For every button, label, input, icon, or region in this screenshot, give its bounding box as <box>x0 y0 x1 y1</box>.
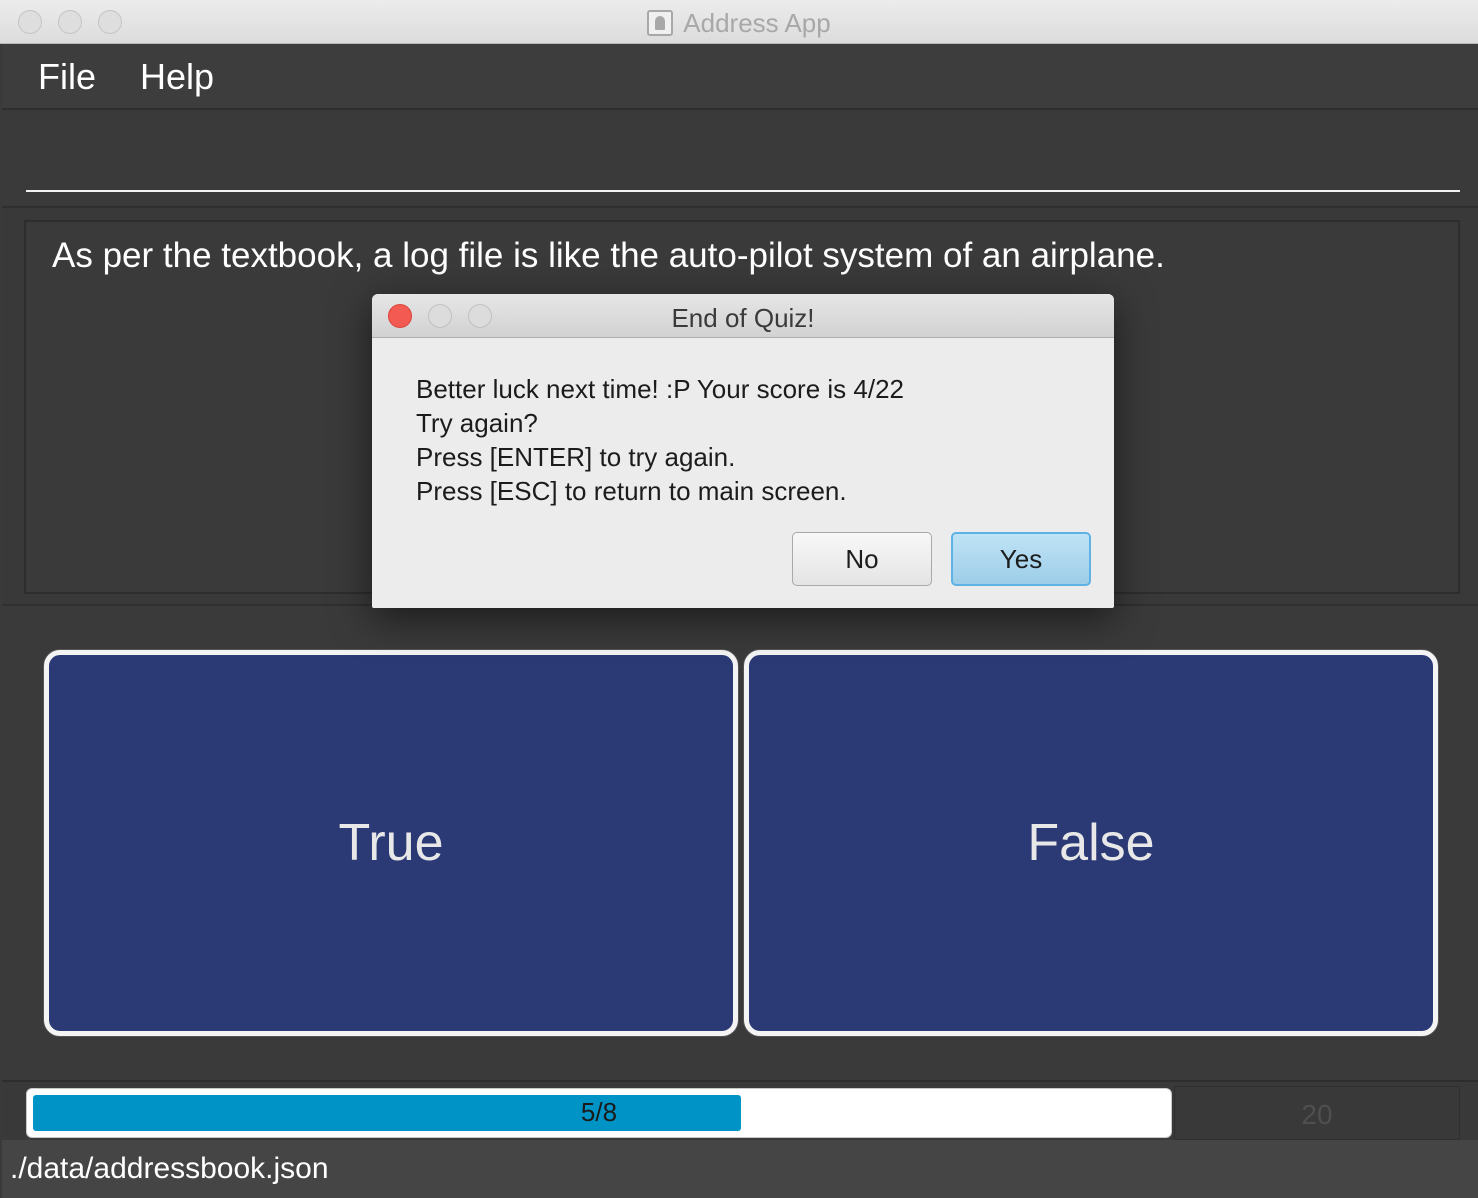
no-button[interactable]: No <box>792 532 932 586</box>
timer-value: 20 <box>1301 1099 1333 1130</box>
status-bar: ./data/addressbook.json <box>2 1140 1478 1198</box>
question-text: As per the textbook, a log file is like … <box>52 236 1165 275</box>
yes-button-label: Yes <box>999 543 1043 574</box>
true-answer-label: True <box>338 814 444 872</box>
dialog-titlebar: End of Quiz! <box>372 294 1114 338</box>
window-title-group: Address App <box>0 8 1478 39</box>
false-answer-label: False <box>1027 814 1155 872</box>
progress-row: 5/8 20 <box>2 1080 1478 1140</box>
progress-label: 5/8 <box>580 1097 618 1127</box>
dialog-line-enter-hint: Press [ENTER] to try again. <box>416 442 736 472</box>
command-box <box>2 112 1478 206</box>
contacts-app-icon <box>647 10 674 36</box>
dialog-line-score: Better luck next time! :P Your score is … <box>416 374 904 404</box>
timer-box: 20 <box>1174 1086 1460 1140</box>
false-answer-button[interactable]: False <box>744 650 1438 1036</box>
menu-bar: File Help <box>2 44 1478 110</box>
save-location: ./data/addressbook.json <box>10 1152 329 1185</box>
menu-file[interactable]: File <box>38 56 96 98</box>
window-title: Address App <box>683 8 831 38</box>
progress-bar: 5/8 <box>26 1088 1172 1138</box>
dialog-title: End of Quiz! <box>671 303 815 333</box>
dialog-line-esc-hint: Press [ESC] to return to main screen. <box>416 476 847 506</box>
yes-button[interactable]: Yes <box>951 532 1091 586</box>
command-input[interactable] <box>26 190 1460 192</box>
true-answer-button[interactable]: True <box>44 650 738 1036</box>
answer-panel: True False <box>2 608 1478 1078</box>
menu-help[interactable]: Help <box>140 56 214 98</box>
dialog-line-try-again: Try again? <box>416 408 538 438</box>
no-button-label: No <box>845 543 879 574</box>
end-of-quiz-dialog: End of Quiz! Better luck next time! :P Y… <box>372 294 1114 608</box>
dialog-message: Better luck next time! :P Your score is … <box>416 372 904 508</box>
window-titlebar: Address App <box>0 0 1478 44</box>
